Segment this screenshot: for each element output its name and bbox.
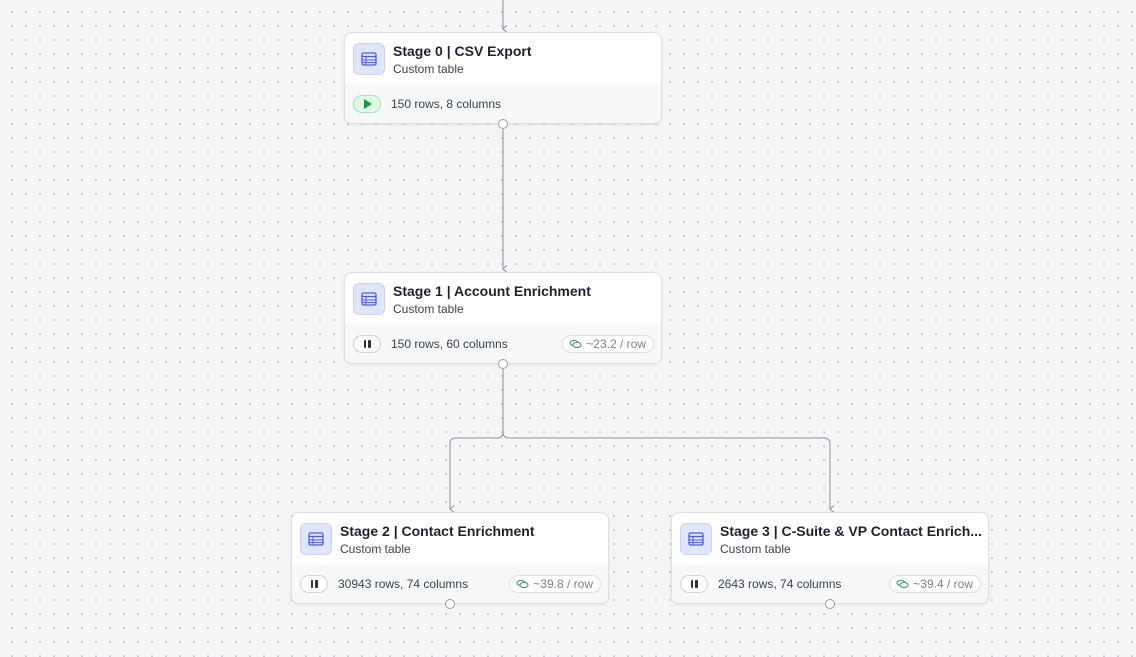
node-title: Stage 2 | Contact Enrichment (340, 523, 535, 539)
node-title: Stage 1 | Account Enrichment (393, 283, 591, 299)
node-title: Stage 0 | CSV Export (393, 43, 532, 59)
edge-stage-1-to-stage-3 (502, 431, 835, 513)
pause-icon (310, 580, 318, 588)
node-footer: 150 rows, 60 columns ~23.2 / row (345, 325, 661, 363)
pause-button[interactable] (300, 575, 328, 593)
pause-button[interactable] (353, 335, 381, 353)
stage-node-3[interactable]: Stage 3 | C-Suite & VP Contact Enrich...… (671, 512, 989, 609)
pause-button[interactable] (680, 575, 708, 593)
row-column-count: 150 rows, 60 columns (391, 337, 508, 351)
node-subtitle: Custom table (720, 542, 791, 556)
node-header: Stage 1 | Account Enrichment Custom tabl… (345, 273, 661, 326)
node-footer: 150 rows, 8 columns (345, 85, 661, 123)
play-icon (364, 99, 372, 109)
credits-icon (569, 339, 582, 349)
table-icon (353, 283, 385, 315)
node-subtitle: Custom table (340, 542, 411, 556)
row-column-count: 2643 rows, 74 columns (718, 577, 842, 591)
table-icon (680, 523, 712, 555)
stage-node-2[interactable]: Stage 2 | Contact Enrichment Custom tabl… (291, 512, 609, 609)
stage-node-0[interactable]: Stage 0 | CSV Export Custom table 150 ro… (344, 32, 662, 129)
row-column-count: 30943 rows, 74 columns (338, 577, 469, 591)
node-footer: 30943 rows, 74 columns ~39.8 / row (292, 565, 608, 603)
cost-per-row-badge: ~23.2 / row (562, 335, 654, 353)
node-title: Stage 3 | C-Suite & VP Contact Enrich... (720, 523, 982, 539)
output-handle[interactable] (498, 359, 508, 369)
output-handle[interactable] (498, 119, 508, 129)
credits-icon (896, 579, 909, 589)
row-column-count: 150 rows, 8 columns (391, 97, 502, 111)
node-header: Stage 0 | CSV Export Custom table (345, 33, 661, 86)
cost-per-row: ~39.8 / row (533, 577, 593, 591)
credits-icon (516, 579, 529, 589)
node-subtitle: Custom table (393, 302, 464, 316)
table-icon (353, 43, 385, 75)
node-footer: 2643 rows, 74 columns ~39.4 / row (672, 565, 988, 603)
output-handle[interactable] (445, 599, 455, 609)
cost-per-row-badge: ~39.4 / row (889, 575, 981, 593)
node-subtitle: Custom table (393, 62, 464, 76)
output-handle[interactable] (825, 599, 835, 609)
cost-per-row: ~23.2 / row (586, 337, 646, 351)
edge-stage-1-to-stage-2 (449, 369, 504, 513)
run-button[interactable] (353, 95, 381, 113)
pause-icon (363, 340, 371, 348)
stage-node-1[interactable]: Stage 1 | Account Enrichment Custom tabl… (344, 272, 662, 369)
cost-per-row: ~39.4 / row (913, 577, 973, 591)
table-icon (300, 523, 332, 555)
node-header: Stage 2 | Contact Enrichment Custom tabl… (292, 513, 608, 566)
cost-per-row-badge: ~39.8 / row (509, 575, 601, 593)
pause-icon (690, 580, 698, 588)
node-header: Stage 3 | C-Suite & VP Contact Enrich...… (672, 513, 988, 566)
